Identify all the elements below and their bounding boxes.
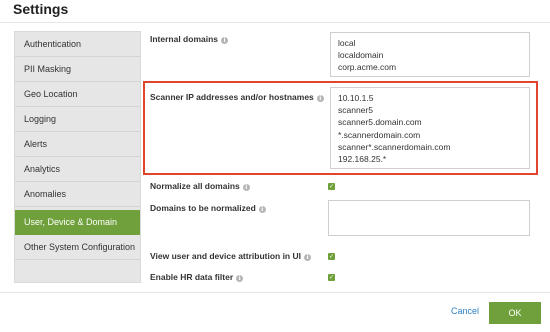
info-icon[interactable]: i bbox=[242, 184, 250, 191]
internal-domains-line: localdomain bbox=[338, 50, 384, 61]
info-icon[interactable]: i bbox=[316, 95, 324, 102]
scanner-hosts-label: Scanner IP addresses and/or hostnames i bbox=[150, 92, 324, 102]
scanner-hosts-textarea[interactable]: 10.10.1.5 scanner5 scanner5.domain.com *… bbox=[330, 87, 530, 169]
hr-filter-label-text: Enable HR data filter bbox=[150, 272, 234, 282]
internal-domains-label-text: Internal domains bbox=[150, 34, 219, 44]
sidebar-item-alerts[interactable]: Alerts bbox=[15, 132, 140, 157]
info-icon[interactable]: i bbox=[258, 206, 266, 213]
cancel-button[interactable]: Cancel bbox=[451, 306, 479, 316]
checkmark-icon: ✓ bbox=[328, 274, 335, 281]
sidebar-item-analytics[interactable]: Analytics bbox=[15, 157, 140, 182]
window-title: Settings bbox=[13, 1, 69, 17]
scanner-hosts-line: 10.10.1.5 bbox=[338, 93, 374, 103]
info-icon[interactable]: i bbox=[236, 275, 244, 282]
info-icon[interactable]: i bbox=[304, 254, 311, 261]
sidebar-item-pii-masking[interactable]: PII Masking bbox=[15, 57, 140, 82]
checkmark-icon: ✓ bbox=[328, 253, 335, 260]
domains-to-normalize-textarea[interactable] bbox=[328, 200, 530, 236]
sidebar-item-authentication[interactable]: Authentication bbox=[15, 32, 140, 57]
view-attribution-label-text: View user and device attribution in UI bbox=[150, 251, 301, 261]
normalize-all-domains-checkbox[interactable]: ✓ bbox=[328, 183, 335, 190]
hr-filter-label: Enable HR data filter i bbox=[150, 272, 244, 282]
title-bar: Settings bbox=[0, 0, 550, 23]
sidebar-item-anomalies[interactable]: Anomalies bbox=[15, 182, 140, 207]
normalize-all-domains-label: Normalize all domains i bbox=[150, 181, 250, 191]
scanner-hosts-label-text: Scanner IP addresses and/or hostnames bbox=[150, 92, 314, 102]
sidebar-item-logging[interactable]: Logging bbox=[15, 107, 140, 132]
domains-to-normalize-label-text: Domains to be normalized bbox=[150, 203, 256, 213]
scanner-hosts-line: 192.168.25.* bbox=[338, 154, 387, 165]
normalize-all-domains-label-text: Normalize all domains bbox=[150, 181, 240, 191]
internal-domains-textarea[interactable]: local localdomain corp.acme.com bbox=[330, 32, 530, 77]
domains-to-normalize-label: Domains to be normalized i bbox=[150, 203, 266, 213]
sidebar-item-other-system-configuration[interactable]: Other System Configuration bbox=[15, 235, 140, 260]
scanner-hosts-line: scanner5.domain.com bbox=[338, 117, 422, 128]
sidebar-item-geo-location[interactable]: Geo Location bbox=[15, 82, 140, 107]
internal-domains-line: corp.acme.com bbox=[338, 62, 397, 73]
view-attribution-label: View user and device attribution in UI i bbox=[150, 251, 311, 261]
sidebar-item-user-device-domain[interactable]: User, Device & Domain bbox=[15, 210, 140, 235]
scanner-hosts-line: scanner5 bbox=[338, 105, 373, 116]
hr-filter-checkbox[interactable]: ✓ bbox=[328, 274, 335, 281]
info-icon[interactable]: i bbox=[221, 37, 229, 44]
checkmark-icon: ✓ bbox=[328, 183, 335, 190]
footer-divider bbox=[0, 292, 550, 293]
ok-button[interactable]: OK bbox=[489, 302, 541, 324]
settings-sidebar: Authentication PII Masking Geo Location … bbox=[14, 31, 141, 283]
internal-domains-label: Internal domains i bbox=[150, 34, 229, 44]
view-attribution-checkbox[interactable]: ✓ bbox=[328, 253, 335, 260]
scanner-hosts-line: scanner*.scannerdomain.com bbox=[338, 141, 451, 152]
internal-domains-line: local bbox=[338, 38, 356, 48]
scanner-hosts-line: *.scannerdomain.com bbox=[338, 129, 421, 140]
